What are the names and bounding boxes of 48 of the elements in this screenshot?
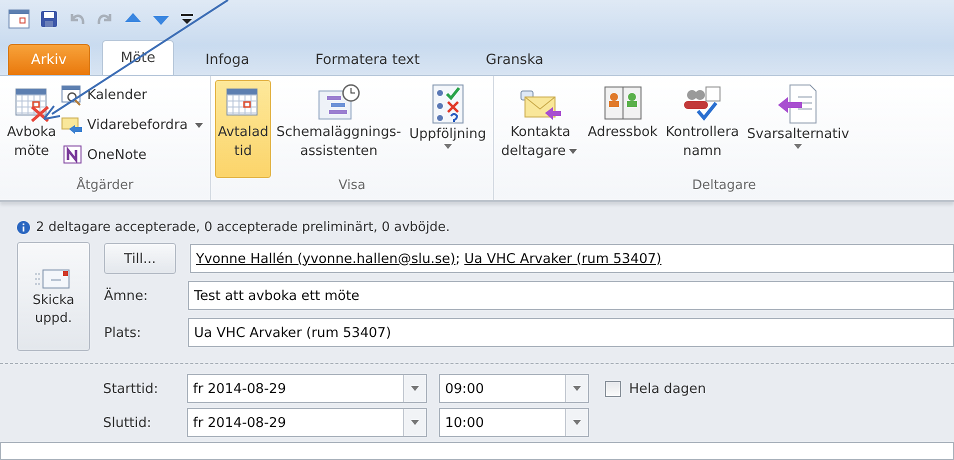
to-button[interactable]: Till... [104, 243, 176, 274]
info-icon [17, 220, 30, 234]
time-picker[interactable]: 09:00 [439, 374, 589, 403]
text-field[interactable]: Ua VHC Arvaker (rum 53407) [188, 318, 954, 347]
ribbon-button[interactable]: Avtalad tid [214, 80, 272, 178]
ribbon-small-button[interactable]: Vidarebefordra [61, 112, 206, 138]
ribbon-tab[interactable]: Formatera text [296, 44, 439, 75]
ribbon-button[interactable]: Uppföljning [406, 80, 490, 178]
info-text: 2 deltagare accepterade, 0 accepterade preliminärt, 0 avböjde. [36, 220, 450, 234]
save-icon[interactable] [40, 10, 58, 28]
ribbon-button[interactable]: Avboka möte [4, 80, 60, 178]
time-picker[interactable]: 10:00 [439, 408, 589, 437]
field-label: Sluttid: [103, 414, 152, 430]
ribbon-button[interactable]: Kontrollera namn [662, 80, 742, 178]
send-update-button[interactable]: Skicka uppd. [17, 242, 90, 351]
ribbon-small-button[interactable]: Kalender [61, 82, 206, 108]
ribbon-button[interactable]: Svarsalternativ [744, 80, 852, 178]
checklist-icon [430, 83, 465, 125]
ribbon-tab[interactable]: Granska [466, 44, 563, 75]
caret-icon [411, 420, 419, 425]
calendar-search-icon [61, 84, 84, 106]
ribbon-button[interactable]: Schemaläggnings- assistenten [273, 80, 404, 178]
caret-icon [573, 420, 581, 425]
field-label: Plats: [104, 324, 142, 340]
group-label: Åtgärder [75, 178, 134, 195]
caret-icon [411, 386, 419, 391]
text-field[interactable]: Test att avboka ett möte [188, 281, 954, 310]
date-picker[interactable]: fr 2014-08-29 [187, 408, 427, 437]
ribbon-button[interactable]: Kontakta deltagare [498, 80, 583, 178]
customize-icon[interactable] [180, 12, 194, 26]
to-field[interactable]: Yvonne Hallén (yvonne.hallen@slu.se); Ua VHC Arvaker (rum 53407) [190, 244, 954, 273]
ribbon-tab[interactable]: Infoga [186, 44, 268, 75]
field-label: Starttid: [103, 380, 160, 396]
note-icon [61, 144, 84, 166]
checkbox[interactable] [605, 380, 621, 396]
recipient-link[interactable]: Yvonne Hallén (yvonne.hallen@slu.se) [196, 250, 456, 266]
checkbox-label: Hela dagen [629, 380, 706, 396]
message-body[interactable] [0, 442, 954, 460]
ribbon-button[interactable]: Adressbok [584, 80, 661, 178]
date-picker[interactable]: fr 2014-08-29 [187, 374, 427, 403]
caret-icon [573, 386, 581, 391]
ribbon-small-button[interactable]: OneNote [61, 142, 206, 168]
field-label: Ämne: [104, 288, 149, 304]
separator-text: ; [455, 250, 461, 266]
recipient-link[interactable]: Ua VHC Arvaker (rum 53407) [464, 250, 662, 266]
calendar-app-icon [8, 8, 30, 30]
group-label: Visa [338, 178, 366, 195]
group-label: Deltagare [691, 178, 758, 195]
